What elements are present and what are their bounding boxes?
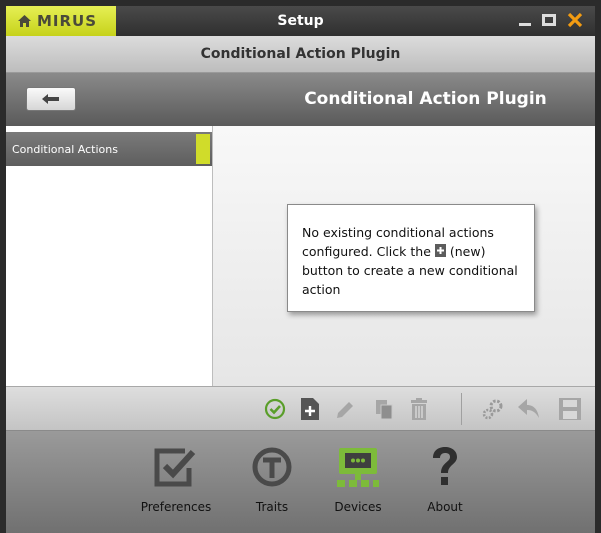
- sidebar-item-conditional-actions[interactable]: Conditional Actions: [6, 132, 212, 166]
- undo-button[interactable]: [516, 396, 542, 422]
- undo-icon: [518, 399, 539, 418]
- save-icon: [559, 398, 581, 420]
- close-button[interactable]: [566, 11, 584, 29]
- nav-label-traits: Traits: [255, 500, 289, 514]
- nav-item-preferences[interactable]: Preferences: [131, 446, 221, 514]
- close-icon: [567, 12, 583, 28]
- copy-icon: [376, 400, 393, 420]
- nav-label-preferences: Preferences: [140, 500, 212, 514]
- traits-icon: [252, 447, 292, 487]
- preferences-icon: [154, 448, 196, 487]
- copy-button[interactable]: [371, 396, 397, 422]
- nav-label-about: About: [427, 500, 463, 514]
- delete-button[interactable]: [406, 396, 432, 422]
- app-window: MIRUS Setup Conditional Action Plugin Co…: [0, 0, 601, 533]
- nav-item-traits[interactable]: Traits: [227, 446, 317, 514]
- minimize-button[interactable]: [516, 11, 534, 29]
- action-toolbar: [6, 386, 595, 431]
- title-bar: MIRUS Setup: [6, 6, 595, 36]
- header-bar: Conditional Action Plugin: [6, 73, 595, 126]
- back-arrow-icon: [42, 94, 59, 104]
- page-title: Conditional Action Plugin: [304, 89, 547, 109]
- edit-button[interactable]: [333, 396, 359, 422]
- new-button[interactable]: [297, 396, 323, 422]
- settings-button[interactable]: [480, 396, 506, 422]
- about-icon: [433, 447, 457, 485]
- save-button[interactable]: [557, 396, 583, 422]
- sidebar: Conditional Actions: [6, 126, 213, 386]
- back-button[interactable]: [26, 87, 76, 111]
- nav-item-devices[interactable]: Devices: [313, 446, 403, 514]
- devices-icon: [337, 448, 379, 487]
- subtitle-bar: Conditional Action Plugin: [6, 36, 595, 73]
- maximize-button[interactable]: [540, 11, 558, 29]
- selection-marker: [196, 134, 210, 164]
- bottom-nav: Preferences Traits Devices About: [6, 431, 595, 533]
- nav-item-about[interactable]: About: [400, 446, 490, 514]
- new-inline-icon: [434, 244, 446, 257]
- sidebar-item-label: Conditional Actions: [12, 142, 118, 156]
- edit-icon: [337, 402, 353, 418]
- settings-icon: [482, 399, 503, 420]
- main-panel: No existing conditional actions configur…: [213, 126, 595, 386]
- nav-label-devices: Devices: [334, 500, 382, 514]
- toolbar-separator: [461, 393, 462, 425]
- delete-icon: [411, 398, 427, 420]
- maximize-icon: [542, 14, 556, 26]
- minimize-icon: [519, 23, 531, 26]
- apply-button[interactable]: [262, 396, 288, 422]
- apply-icon: [264, 398, 286, 420]
- window-title: Setup: [277, 13, 324, 29]
- new-icon: [301, 398, 319, 420]
- empty-state-message: No existing conditional actions configur…: [287, 204, 535, 312]
